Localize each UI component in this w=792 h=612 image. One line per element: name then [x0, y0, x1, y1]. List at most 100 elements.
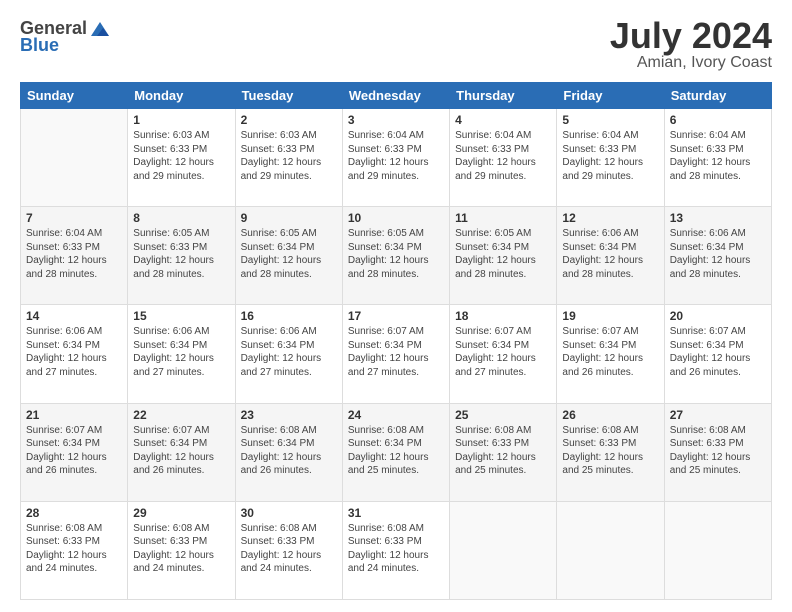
day-number: 31 — [348, 506, 444, 520]
day-info: Sunrise: 6:08 AM Sunset: 6:34 PM Dayligh… — [348, 424, 444, 478]
day-number: 4 — [455, 113, 551, 127]
day-number: 23 — [241, 408, 337, 422]
calendar-header-sunday: Sunday — [21, 83, 128, 109]
day-info: Sunrise: 6:04 AM Sunset: 6:33 PM Dayligh… — [562, 129, 658, 183]
day-info: Sunrise: 6:06 AM Sunset: 6:34 PM Dayligh… — [562, 227, 658, 281]
header: General Blue July 2024 Amian, Ivory Coas… — [20, 18, 772, 72]
day-info: Sunrise: 6:05 AM Sunset: 6:33 PM Dayligh… — [133, 227, 229, 281]
day-info: Sunrise: 6:07 AM Sunset: 6:34 PM Dayligh… — [562, 325, 658, 379]
calendar-cell: 20Sunrise: 6:07 AM Sunset: 6:34 PM Dayli… — [664, 305, 771, 403]
day-info: Sunrise: 6:08 AM Sunset: 6:33 PM Dayligh… — [241, 522, 337, 576]
calendar-cell: 9 Sunrise: 6:05 AM Sunset: 6:34 PM Daylig… — [235, 207, 342, 305]
calendar-cell — [450, 501, 557, 599]
day-number: 25 — [455, 408, 551, 422]
day-info: Sunrise: 6:04 AM Sunset: 6:33 PM Dayligh… — [26, 227, 122, 281]
day-number: 20 — [670, 309, 766, 323]
day-number: 9 — [241, 211, 337, 225]
day-number: 26 — [562, 408, 658, 422]
day-info: Sunrise: 6:08 AM Sunset: 6:34 PM Dayligh… — [241, 424, 337, 478]
logo-icon — [89, 20, 111, 38]
calendar-cell — [664, 501, 771, 599]
calendar-cell: 21 Sunrise: 6:07 AM Sunset: 6:34 PM Dayli… — [21, 403, 128, 501]
day-number: 16 — [241, 309, 337, 323]
calendar-cell: 16 Sunrise: 6:06 AM Sunset: 6:34 PM Dayli… — [235, 305, 342, 403]
calendar-cell: 26 Sunrise: 6:08 AM Sunset: 6:33 PM Dayli… — [557, 403, 664, 501]
calendar-cell: 5 Sunrise: 6:04 AM Sunset: 6:33 PM Daylig… — [557, 109, 664, 207]
day-info: Sunrise: 6:07 AM Sunset: 6:34 PM Dayligh… — [26, 424, 122, 478]
calendar-header-row: SundayMondayTuesdayWednesdayThursdayFrid… — [21, 83, 772, 109]
day-number: 1 — [133, 113, 229, 127]
calendar-header-friday: Friday — [557, 83, 664, 109]
day-info: Sunrise: 6:05 AM Sunset: 6:34 PM Dayligh… — [348, 227, 444, 281]
calendar-week-2: 7 Sunrise: 6:04 AM Sunset: 6:33 PM Daylig… — [21, 207, 772, 305]
day-number: 14 — [26, 309, 122, 323]
calendar-cell: 2 Sunrise: 6:03 AM Sunset: 6:33 PM Daylig… — [235, 109, 342, 207]
day-number: 22 — [133, 408, 229, 422]
calendar: SundayMondayTuesdayWednesdayThursdayFrid… — [20, 82, 772, 600]
day-number: 6 — [670, 113, 766, 127]
calendar-cell: 10 Sunrise: 6:05 AM Sunset: 6:34 PM Dayli… — [342, 207, 449, 305]
calendar-cell: 7 Sunrise: 6:04 AM Sunset: 6:33 PM Daylig… — [21, 207, 128, 305]
calendar-cell: 22 Sunrise: 6:07 AM Sunset: 6:34 PM Dayli… — [128, 403, 235, 501]
logo: General Blue — [20, 18, 111, 56]
day-info: Sunrise: 6:06 AM Sunset: 6:34 PM Dayligh… — [241, 325, 337, 379]
day-info: Sunrise: 6:04 AM Sunset: 6:33 PM Dayligh… — [455, 129, 551, 183]
day-info: Sunrise: 6:03 AM Sunset: 6:33 PM Dayligh… — [241, 129, 337, 183]
day-number: 29 — [133, 506, 229, 520]
calendar-cell: 29Sunrise: 6:08 AM Sunset: 6:33 PM Dayli… — [128, 501, 235, 599]
logo-blue: Blue — [20, 35, 59, 56]
day-info: Sunrise: 6:05 AM Sunset: 6:34 PM Dayligh… — [241, 227, 337, 281]
calendar-cell: 25Sunrise: 6:08 AM Sunset: 6:33 PM Dayli… — [450, 403, 557, 501]
calendar-cell: 15Sunrise: 6:06 AM Sunset: 6:34 PM Dayli… — [128, 305, 235, 403]
calendar-cell: 12 Sunrise: 6:06 AM Sunset: 6:34 PM Dayli… — [557, 207, 664, 305]
day-info: Sunrise: 6:08 AM Sunset: 6:33 PM Dayligh… — [670, 424, 766, 478]
day-number: 13 — [670, 211, 766, 225]
calendar-cell: 28Sunrise: 6:08 AM Sunset: 6:33 PM Dayli… — [21, 501, 128, 599]
day-info: Sunrise: 6:08 AM Sunset: 6:33 PM Dayligh… — [348, 522, 444, 576]
calendar-week-5: 28Sunrise: 6:08 AM Sunset: 6:33 PM Dayli… — [21, 501, 772, 599]
day-number: 17 — [348, 309, 444, 323]
calendar-header-monday: Monday — [128, 83, 235, 109]
day-info: Sunrise: 6:05 AM Sunset: 6:34 PM Dayligh… — [455, 227, 551, 281]
main-title: July 2024 — [610, 18, 772, 54]
day-number: 7 — [26, 211, 122, 225]
calendar-header-tuesday: Tuesday — [235, 83, 342, 109]
calendar-cell: 11 Sunrise: 6:05 AM Sunset: 6:34 PM Dayli… — [450, 207, 557, 305]
day-info: Sunrise: 6:03 AM Sunset: 6:33 PM Dayligh… — [133, 129, 229, 183]
day-number: 11 — [455, 211, 551, 225]
day-number: 12 — [562, 211, 658, 225]
calendar-header-thursday: Thursday — [450, 83, 557, 109]
day-info: Sunrise: 6:07 AM Sunset: 6:34 PM Dayligh… — [348, 325, 444, 379]
page: General Blue July 2024 Amian, Ivory Coas… — [0, 0, 792, 612]
day-info: Sunrise: 6:06 AM Sunset: 6:34 PM Dayligh… — [26, 325, 122, 379]
day-number: 21 — [26, 408, 122, 422]
day-info: Sunrise: 6:07 AM Sunset: 6:34 PM Dayligh… — [455, 325, 551, 379]
calendar-cell — [557, 501, 664, 599]
day-number: 10 — [348, 211, 444, 225]
calendar-header-saturday: Saturday — [664, 83, 771, 109]
day-info: Sunrise: 6:08 AM Sunset: 6:33 PM Dayligh… — [26, 522, 122, 576]
calendar-cell: 3 Sunrise: 6:04 AM Sunset: 6:33 PM Daylig… — [342, 109, 449, 207]
day-number: 3 — [348, 113, 444, 127]
calendar-cell: 24 Sunrise: 6:08 AM Sunset: 6:34 PM Dayli… — [342, 403, 449, 501]
day-number: 18 — [455, 309, 551, 323]
day-info: Sunrise: 6:07 AM Sunset: 6:34 PM Dayligh… — [133, 424, 229, 478]
day-number: 2 — [241, 113, 337, 127]
calendar-week-1: 1 Sunrise: 6:03 AM Sunset: 6:33 PM Daylig… — [21, 109, 772, 207]
day-number: 15 — [133, 309, 229, 323]
calendar-cell: 13Sunrise: 6:06 AM Sunset: 6:34 PM Dayli… — [664, 207, 771, 305]
day-info: Sunrise: 6:04 AM Sunset: 6:33 PM Dayligh… — [348, 129, 444, 183]
day-number: 8 — [133, 211, 229, 225]
calendar-cell: 4 Sunrise: 6:04 AM Sunset: 6:33 PM Daylig… — [450, 109, 557, 207]
day-info: Sunrise: 6:04 AM Sunset: 6:33 PM Dayligh… — [670, 129, 766, 183]
day-info: Sunrise: 6:08 AM Sunset: 6:33 PM Dayligh… — [562, 424, 658, 478]
calendar-cell: 6 Sunrise: 6:04 AM Sunset: 6:33 PM Daylig… — [664, 109, 771, 207]
day-number: 27 — [670, 408, 766, 422]
calendar-cell: 31 Sunrise: 6:08 AM Sunset: 6:33 PM Dayli… — [342, 501, 449, 599]
calendar-week-4: 21 Sunrise: 6:07 AM Sunset: 6:34 PM Dayli… — [21, 403, 772, 501]
day-number: 5 — [562, 113, 658, 127]
day-number: 24 — [348, 408, 444, 422]
calendar-cell: 8 Sunrise: 6:05 AM Sunset: 6:33 PM Daylig… — [128, 207, 235, 305]
day-number: 19 — [562, 309, 658, 323]
title-block: July 2024 Amian, Ivory Coast — [610, 18, 772, 72]
